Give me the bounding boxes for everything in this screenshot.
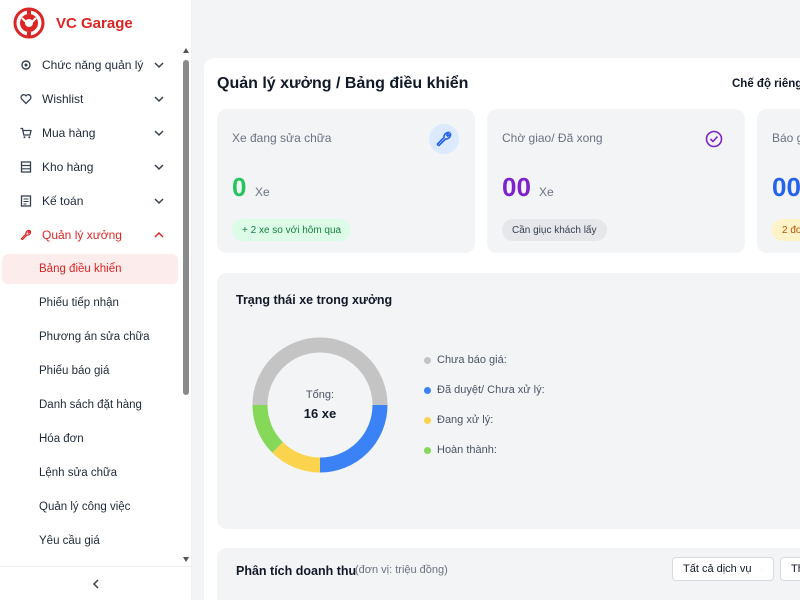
sidebar-item-label: Kế toán	[42, 194, 84, 208]
heart-icon	[20, 93, 32, 105]
service-filter-select[interactable]: Tất cả dịch vụ	[672, 557, 774, 581]
chevron-down-icon	[761, 568, 763, 570]
chevron-left-icon	[92, 578, 99, 589]
chevron-down-icon	[154, 130, 164, 137]
chart-legend: Chưa báo giá: Đã duyệt/ Chưa xử lý: Đang…	[424, 353, 545, 473]
sidebar-item-label: Wishlist	[42, 92, 84, 106]
vehicle-status-panel: Trạng thái xe trong xưởng Tổng: 16 xe Ch…	[217, 273, 800, 529]
legend-label: Đang xử lý:	[437, 414, 494, 426]
donut-total-value: 16 xe	[303, 406, 337, 421]
legend-item: Đang xử lý:	[424, 413, 545, 427]
card-label: Xe đang sửa chữa	[232, 131, 332, 145]
chevron-down-icon	[154, 164, 164, 171]
sidebar-item-workshop[interactable]: Quản lý xưởng	[0, 218, 182, 252]
sidebar-subitem-order-list[interactable]: Danh sách đặt hàng	[0, 388, 182, 422]
legend-dot	[424, 356, 431, 364]
warehouse-icon	[20, 161, 32, 173]
sidebar-item-accounting[interactable]: Kế toán	[0, 184, 182, 218]
card-value: 00	[502, 172, 531, 202]
legend-dot	[424, 446, 431, 454]
scroll-up-arrow[interactable]	[183, 48, 189, 53]
select-value: Tháng này	[791, 563, 800, 575]
wrench-icon	[20, 229, 32, 241]
status-badge: + 2 xe so với hôm qua	[232, 219, 352, 241]
panel-title: Phân tích doanh thu	[236, 564, 357, 578]
stat-card-in-repair[interactable]: Xe đang sửa chữa 0 Xe + 2 xe so với hôm …	[217, 109, 475, 253]
sidebar-item-label: Quản lý xưởng	[42, 228, 122, 242]
stat-card-quotation[interactable]: Báo giá 00 2 đơn	[757, 109, 800, 253]
private-mode-toggle[interactable]: Chế độ riêng tư	[732, 78, 800, 90]
sidebar-subitem-reception[interactable]: Phiếu tiếp nhận	[0, 286, 182, 320]
legend-item: Chưa báo giá:	[424, 353, 545, 367]
legend-label: Hoàn thành:	[437, 444, 497, 456]
legend-item: Đã duyệt/ Chưa xử lý:	[424, 383, 545, 397]
legend-dot	[424, 386, 431, 394]
scroll-down-arrow[interactable]	[183, 557, 189, 562]
collapse-sidebar-button[interactable]	[0, 566, 192, 600]
card-label: Chờ giao/ Đã xong	[502, 131, 603, 145]
chevron-down-icon	[154, 198, 164, 205]
card-value: 0	[232, 172, 247, 202]
card-label: Báo giá	[772, 131, 800, 145]
sidebar-scrollbar[interactable]	[182, 48, 190, 564]
sidebar-subitem-price-request[interactable]: Yêu cầu giá	[0, 524, 182, 558]
accounting-icon	[20, 195, 32, 207]
scrollbar-thumb[interactable]	[183, 60, 189, 395]
legend-label: Đã duyệt/ Chưa xử lý:	[437, 384, 545, 396]
card-value: 00	[772, 172, 800, 202]
page-title: Quản lý xưởng / Bảng điều khiển	[217, 75, 469, 92]
chevron-down-icon	[154, 96, 164, 103]
sidebar-subitem-task-management[interactable]: Quản lý công việc	[0, 490, 182, 524]
gear-icon	[20, 59, 32, 71]
unit-note: (đơn vị: triệu đồng)	[355, 564, 448, 576]
sidebar-subitem-repair-plan[interactable]: Phương án sửa chữa	[0, 320, 182, 354]
donut-center: Tổng: 16 xe	[250, 335, 390, 475]
sidebar-item-management[interactable]: Chức năng quản lý	[0, 48, 182, 82]
chevron-down-icon	[154, 62, 164, 69]
sidebar-item-purchasing[interactable]: Mua hàng	[0, 116, 182, 150]
sidebar-item-warehouse[interactable]: Kho hàng	[0, 150, 182, 184]
card-unit: Xe	[539, 185, 554, 199]
legend-item: Hoàn thành:	[424, 443, 545, 457]
period-filter-select[interactable]: Tháng này	[780, 557, 800, 581]
select-value: Tất cả dịch vụ	[683, 563, 752, 575]
status-badge: 2 đơn	[772, 219, 800, 241]
sidebar-subitem-quotation[interactable]: Phiếu báo giá	[0, 354, 182, 388]
sidebar-item-label: Chức năng quản lý	[42, 58, 144, 72]
sidebar-nav: Chức năng quản lý Wishlist Mua hàng Kho …	[0, 48, 182, 564]
sidebar-item-wishlist[interactable]: Wishlist	[0, 82, 182, 116]
chevron-up-icon	[154, 231, 164, 238]
app-name: VC Garage	[56, 14, 133, 32]
legend-label: Chưa báo giá:	[437, 354, 507, 366]
legend-dot	[424, 416, 431, 424]
donut-total-label: Tổng:	[305, 389, 335, 401]
garage-logo-icon	[13, 7, 45, 39]
check-circle-icon	[699, 124, 729, 154]
cart-icon	[20, 127, 32, 139]
sidebar-item-label: Kho hàng	[42, 160, 94, 174]
sidebar-subitem-dashboard[interactable]: Bảng điều khiển	[2, 254, 178, 284]
main-panel: Quản lý xưởng / Bảng điều khiển Chế độ r…	[204, 58, 800, 600]
wrench-icon	[429, 124, 459, 154]
sidebar-subitem-invoice[interactable]: Hóa đơn	[0, 422, 182, 456]
sidebar-subitem-repair-order[interactable]: Lệnh sửa chữa	[0, 456, 182, 490]
status-badge: Cần giục khách lấy	[502, 219, 607, 241]
panel-title: Trạng thái xe trong xưởng	[236, 293, 393, 307]
brand[interactable]: VC Garage	[0, 0, 191, 46]
stat-card-awaiting-delivery[interactable]: Chờ giao/ Đã xong 00 Xe Cần giục khách l…	[487, 109, 745, 253]
card-unit: Xe	[255, 185, 270, 199]
sidebar: VC Garage Chức năng quản lý Wishlist Mua…	[0, 0, 192, 600]
sidebar-item-label: Mua hàng	[42, 126, 96, 140]
revenue-analysis-panel: Phân tích doanh thu (đơn vị: triệu đồng)…	[217, 548, 800, 600]
